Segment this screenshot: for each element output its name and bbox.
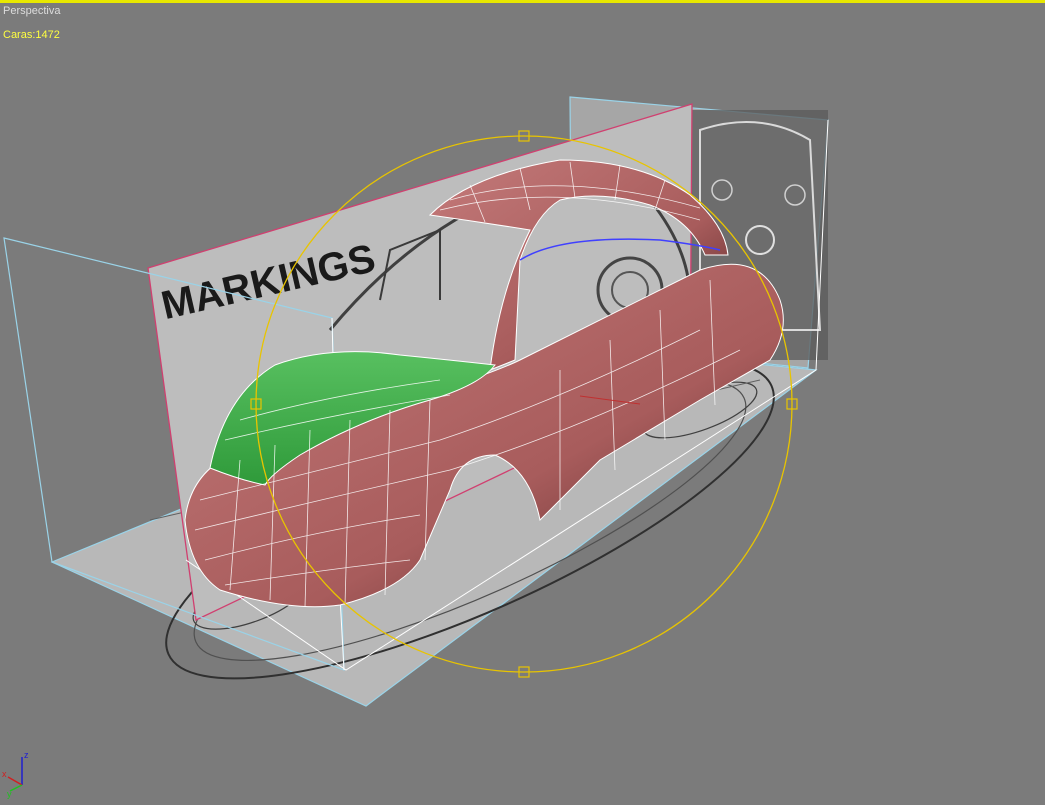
axis-x-label: x [2,769,7,779]
faces-label: Caras: [3,29,36,41]
axis-z-label: z [24,750,29,760]
scene-canvas[interactable]: MARKINGS [0,0,1045,805]
perspective-viewport[interactable]: MARKINGS Perspectiva Caras:1472 z x y [0,0,1045,805]
axis-y-label: y [7,789,12,799]
viewport-label[interactable]: Perspectiva [3,5,60,17]
face-count-readout: Caras:1472 [3,29,60,41]
faces-count: 1472 [35,29,60,41]
axis-tripod-icon: z x y [2,750,29,799]
viewport-label-text: Perspectiva [3,5,61,17]
